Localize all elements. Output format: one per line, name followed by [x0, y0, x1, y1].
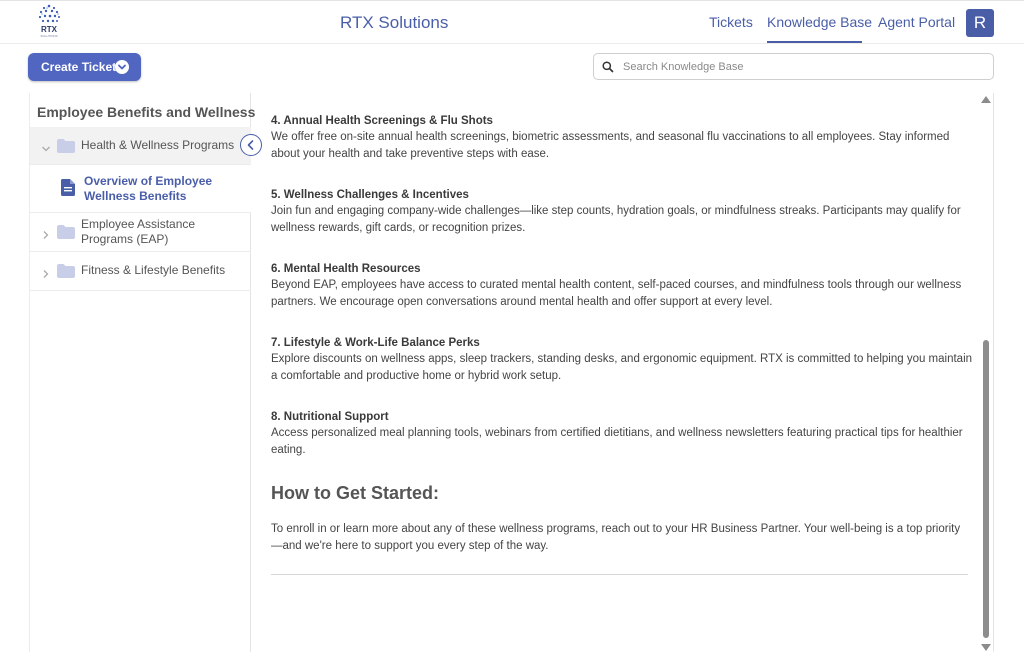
create-ticket-label: Create Ticket	[41, 60, 117, 74]
sidebar-item-eap[interactable]: Employee Assistance Programs (EAP)	[30, 213, 251, 252]
section-body: We offer free on-site annual health scre…	[271, 131, 950, 160]
chevron-down-icon	[115, 60, 129, 74]
article-section: 4. Annual Health Screenings & Flu Shots …	[271, 113, 976, 162]
chevron-right-icon	[41, 227, 51, 239]
sidebar-item-label: Health & Wellness Programs	[81, 138, 235, 152]
section-body: Explore discounts on wellness apps, slee…	[271, 353, 973, 382]
chevron-down-icon	[41, 141, 51, 152]
section-body: Access personalized meal planning tools,…	[271, 427, 963, 456]
document-icon	[61, 179, 75, 196]
how-to-get-started-heading: How to Get Started:	[271, 483, 440, 503]
article-divider	[271, 574, 968, 575]
logo-tagline: SOLUTIONS	[40, 34, 58, 38]
folder-icon	[57, 225, 75, 239]
user-avatar[interactable]: R	[966, 9, 994, 37]
nav-agent-portal[interactable]: Agent Portal	[878, 14, 955, 30]
search-input[interactable]	[623, 58, 983, 76]
active-nav-indicator	[767, 41, 862, 43]
section-heading: 4. Annual Health Screenings & Flu Shots	[271, 115, 493, 127]
section-body: Beyond EAP, employees have access to cur…	[271, 279, 962, 308]
article-section: 8. Nutritional Support Access personaliz…	[271, 409, 976, 458]
sidebar-item-label: Fitness & Lifestyle Benefits	[81, 263, 226, 277]
sidebar: Employee Benefits and Wellness Health & …	[29, 93, 255, 652]
globe-dots-icon	[38, 4, 60, 23]
article-section: 5. Wellness Challenges & Incentives Join…	[271, 187, 976, 236]
sidebar-item-label: Overview of Employee Wellness Benefits	[84, 174, 213, 203]
search-icon	[601, 60, 615, 74]
how-to-get-started-text: To enroll in or learn more about any of …	[271, 523, 961, 552]
sidebar-item-overview[interactable]: Overview of Employee Wellness Benefits	[30, 165, 251, 213]
sidebar-item-fitness[interactable]: Fitness & Lifestyle Benefits	[30, 252, 251, 291]
sidebar-item-label: Employee Assistance Programs (EAP)	[81, 217, 196, 246]
collapse-sidebar-button[interactable]	[240, 134, 262, 156]
nav-knowledge-base[interactable]: Knowledge Base	[767, 14, 872, 30]
folder-icon	[57, 139, 75, 153]
create-ticket-button[interactable]: Create Ticket	[28, 53, 141, 81]
chevron-right-icon	[41, 266, 51, 278]
content-right-border	[993, 93, 994, 652]
logo-text: RTX	[41, 25, 57, 34]
search-box	[593, 53, 994, 80]
section-heading: 5. Wellness Challenges & Incentives	[271, 189, 469, 201]
section-heading: 7. Lifestyle & Work-Life Balance Perks	[271, 337, 480, 349]
sidebar-title: Employee Benefits and Wellness	[37, 104, 256, 120]
rtx-logo[interactable]: RTX SOLUTIONS	[34, 3, 64, 39]
section-heading: 8. Nutritional Support	[271, 411, 389, 423]
nav-tickets[interactable]: Tickets	[709, 14, 753, 30]
scrollbar-thumb[interactable]	[983, 340, 989, 638]
article-section: 6. Mental Health Resources Beyond EAP, e…	[271, 261, 976, 310]
content-scrollbar[interactable]	[979, 93, 993, 652]
scroll-up-arrow-icon[interactable]	[981, 96, 991, 103]
section-body: Join fun and engaging company-wide chall…	[271, 205, 961, 234]
sidebar-item-health-wellness[interactable]: Health & Wellness Programs	[30, 127, 251, 165]
scroll-down-arrow-icon[interactable]	[981, 644, 991, 651]
article-section: 7. Lifestyle & Work-Life Balance Perks E…	[271, 335, 976, 384]
chevron-left-icon	[247, 140, 254, 150]
top-bar: RTX SOLUTIONS RTX Solutions Tickets Know…	[0, 0, 1024, 44]
folder-icon	[57, 264, 75, 278]
section-heading: 6. Mental Health Resources	[271, 263, 421, 275]
app-title: RTX Solutions	[340, 13, 449, 32]
